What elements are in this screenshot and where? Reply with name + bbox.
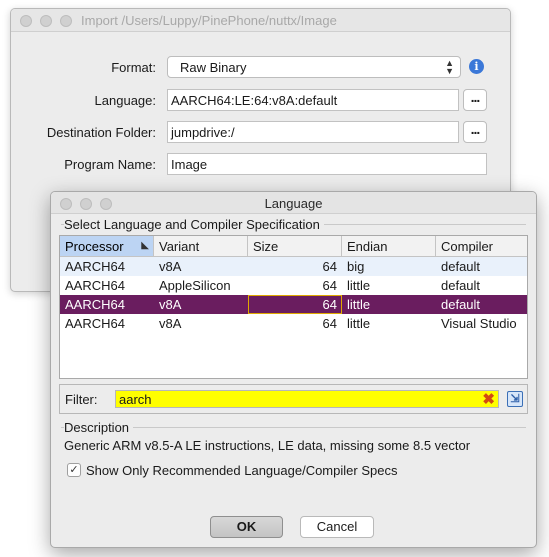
- format-select-value: Raw Binary: [180, 60, 247, 75]
- language-titlebar: Language: [51, 192, 536, 214]
- language-table[interactable]: Processor ◣ Variant Size Endian Compiler…: [59, 235, 528, 379]
- filter-bar: Filter: aarch ✖ ⇲: [59, 384, 528, 414]
- cell-variant: v8A: [159, 297, 182, 312]
- cell-endian: little: [347, 297, 371, 312]
- cell-size: 64: [322, 316, 337, 331]
- destination-row: Destination Folder: jumpdrive:/ ...: [11, 121, 510, 145]
- select-arrows-icon: ▲ ▼: [445, 58, 454, 76]
- program-name-row: Program Name: Image: [11, 153, 510, 177]
- cell-compiler: default: [441, 297, 481, 312]
- format-label: Format:: [111, 60, 156, 75]
- export-icon[interactable]: ⇲: [507, 391, 523, 407]
- column-header-variant[interactable]: Variant: [154, 236, 248, 256]
- table-row[interactable]: AARCH64 AppleSilicon 64 little default: [60, 276, 527, 295]
- recommended-specs-checkbox[interactable]: ✓: [67, 463, 81, 477]
- column-header-compiler[interactable]: Compiler: [436, 236, 527, 256]
- filter-input[interactable]: aarch ✖: [115, 390, 499, 408]
- cell-size: 64: [322, 278, 337, 293]
- cancel-button[interactable]: Cancel: [300, 516, 374, 538]
- cell-processor: AARCH64: [65, 297, 125, 312]
- cell-compiler: default: [441, 259, 481, 274]
- language-dialog-title: Language: [264, 196, 323, 211]
- destination-field[interactable]: jumpdrive:/: [167, 121, 459, 143]
- column-header-size[interactable]: Size: [248, 236, 342, 256]
- destination-browse-button[interactable]: ...: [463, 121, 487, 143]
- window-controls: [20, 15, 72, 27]
- cell-size-focused: 64: [248, 295, 342, 314]
- description-title: Description: [64, 420, 134, 435]
- program-name-field[interactable]: Image: [167, 153, 487, 175]
- cell-processor: AARCH64: [65, 278, 125, 293]
- recommended-specs-label[interactable]: Show Only Recommended Language/Compiler …: [86, 463, 397, 478]
- description-text: Generic ARM v8.5-A LE instructions, LE d…: [64, 438, 471, 453]
- format-select[interactable]: Raw Binary ▲ ▼: [167, 56, 461, 78]
- destination-label: Destination Folder:: [46, 125, 156, 140]
- cell-variant: v8A: [159, 259, 182, 274]
- format-row: Format: Raw Binary ▲ ▼ i: [11, 56, 510, 80]
- cell-compiler: default: [441, 278, 481, 293]
- cell-processor: AARCH64: [65, 259, 125, 274]
- import-window-title: Import /Users/Luppy/PinePhone/nuttx/Imag…: [81, 13, 337, 28]
- close-window-button[interactable]: [20, 15, 32, 27]
- import-titlebar: Import /Users/Luppy/PinePhone/nuttx/Imag…: [11, 9, 510, 32]
- table-header: Processor ◣ Variant Size Endian Compiler: [60, 236, 527, 257]
- cell-endian: little: [347, 316, 371, 331]
- cell-compiler: Visual Studio: [441, 316, 517, 331]
- group-title: Select Language and Compiler Specificati…: [64, 217, 324, 232]
- clear-filter-icon[interactable]: ✖: [482, 390, 495, 408]
- language-field[interactable]: AARCH64:LE:64:v8A:default: [167, 89, 459, 111]
- filter-input-value: aarch: [119, 392, 152, 407]
- table-row-selected[interactable]: AARCH64 v8A 64 little default: [60, 295, 527, 314]
- cell-size: 64: [322, 259, 337, 274]
- table-row[interactable]: AARCH64 v8A 64 little Visual Studio: [60, 314, 527, 333]
- cell-variant: AppleSilicon: [159, 278, 231, 293]
- language-label: Language:: [94, 93, 156, 108]
- sort-icon: ◣: [141, 240, 149, 251]
- cell-variant: v8A: [159, 316, 182, 331]
- table-row[interactable]: AARCH64 v8A 64 big default: [60, 257, 527, 276]
- cell-processor: AARCH64: [65, 316, 125, 331]
- cell-endian: big: [347, 259, 365, 274]
- language-row: Language: AARCH64:LE:64:v8A:default ...: [11, 89, 510, 113]
- filter-label: Filter:: [65, 392, 98, 407]
- language-dialog: Language Select Language and Compiler Sp…: [50, 191, 537, 548]
- column-header-processor[interactable]: Processor ◣: [60, 236, 154, 256]
- zoom-window-button[interactable]: [60, 15, 72, 27]
- ok-button[interactable]: OK: [210, 516, 283, 538]
- column-header-endian[interactable]: Endian: [342, 236, 436, 256]
- cell-endian: little: [347, 278, 371, 293]
- info-icon[interactable]: i: [469, 59, 484, 74]
- minimize-window-button[interactable]: [40, 15, 52, 27]
- program-name-label: Program Name:: [64, 157, 156, 172]
- language-browse-button[interactable]: ...: [463, 89, 487, 111]
